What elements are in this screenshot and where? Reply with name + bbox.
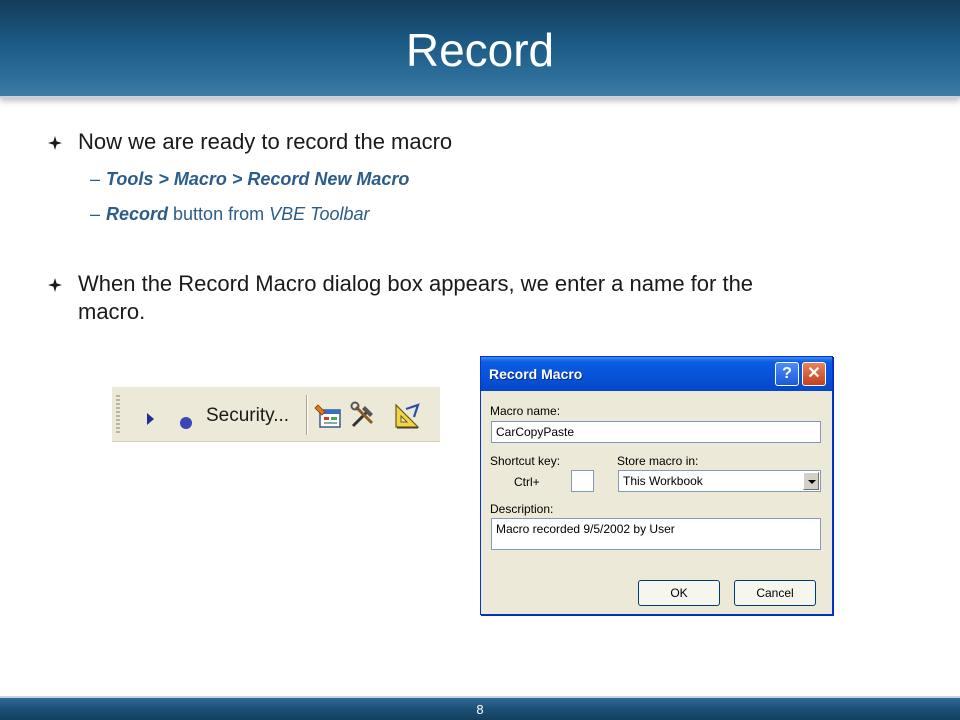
sub-bullet-middle-text: button from bbox=[168, 204, 270, 224]
description-textarea[interactable]: Macro recorded 9/5/2002 by User bbox=[491, 518, 821, 550]
help-button[interactable]: ? bbox=[775, 362, 799, 386]
vbe-toolbar-word: VBE Toolbar bbox=[269, 204, 370, 224]
record-macro-icon[interactable] bbox=[180, 417, 192, 429]
store-macro-in-label: Store macro in: bbox=[617, 454, 699, 468]
sub-bullet-dash: – bbox=[90, 204, 101, 224]
sub-bullet-dash: – bbox=[90, 169, 101, 189]
diamond-bullet-icon bbox=[48, 136, 62, 150]
diamond-bullet-icon bbox=[48, 278, 62, 292]
dialog-title-bar[interactable]: Record Macro ? ✕ bbox=[481, 357, 832, 391]
bullet-text-2-line-1: When the Record Macro dialog box appears… bbox=[78, 271, 754, 296]
shortcut-key-label: Shortcut key: bbox=[490, 454, 561, 468]
bullet-text-1: Now we are ready to record the macro bbox=[78, 129, 453, 154]
description-label: Description: bbox=[490, 502, 554, 516]
visual-basic-editor-icon[interactable] bbox=[314, 401, 344, 431]
design-mode-icon[interactable] bbox=[392, 401, 422, 431]
cancel-button[interactable]: Cancel bbox=[734, 580, 816, 606]
dialog-title: Record Macro bbox=[489, 366, 583, 382]
macro-name-label: Macro name: bbox=[490, 404, 561, 418]
slide-title: Record bbox=[405, 24, 555, 76]
macro-name-input[interactable]: CarCopyPaste bbox=[491, 421, 821, 443]
ok-button[interactable]: OK bbox=[638, 580, 720, 606]
visual-basic-toolbar: Security... bbox=[112, 386, 440, 442]
sub-bullet-2: – Record button from VBE Toolbar bbox=[90, 203, 370, 225]
shortcut-key-input[interactable] bbox=[571, 470, 594, 492]
menu-path: Tools > Macro > Record New Macro bbox=[106, 169, 410, 189]
toolbar-grip-handle[interactable] bbox=[116, 395, 120, 435]
record-word: Record bbox=[106, 204, 169, 224]
sub-bullet-1: – Tools > Macro > Record New Macro bbox=[90, 168, 409, 190]
footer-band: 8 bbox=[0, 696, 960, 720]
run-macro-icon[interactable] bbox=[145, 411, 157, 427]
bullet-text-2-line-2: macro. bbox=[78, 299, 146, 324]
store-macro-in-value: This Workbook bbox=[623, 474, 703, 488]
title-band: Record bbox=[0, 0, 960, 98]
close-button[interactable]: ✕ bbox=[802, 362, 826, 386]
store-macro-in-select[interactable]: This Workbook bbox=[618, 470, 821, 492]
toolbox-icon[interactable] bbox=[348, 401, 378, 431]
page-number: 8 bbox=[476, 702, 484, 717]
chevron-down-icon[interactable] bbox=[803, 472, 819, 490]
ctrl-prefix-label: Ctrl+ bbox=[514, 475, 540, 489]
toolbar-separator bbox=[306, 395, 308, 435]
security-button[interactable]: Security... bbox=[206, 405, 289, 427]
record-macro-dialog: Record Macro ? ✕ Macro name: CarCopyPast… bbox=[480, 356, 833, 615]
